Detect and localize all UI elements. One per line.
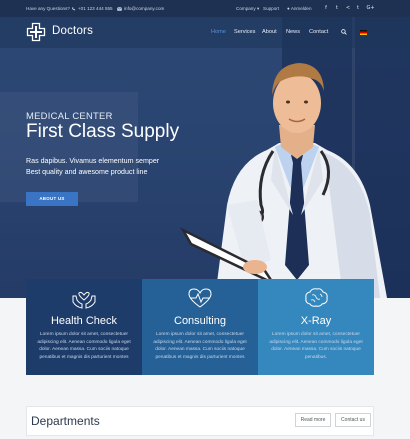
email-address: info@company.com (124, 6, 165, 11)
question-text: Have any Questions? (26, 6, 70, 11)
phone-icon (72, 6, 76, 10)
language-flag-icon[interactable] (360, 30, 367, 35)
departments-bar: Departments Read more Contact us (26, 406, 374, 436)
company-menu[interactable]: Company ▾ (236, 6, 259, 12)
support-link[interactable]: Support (263, 6, 279, 11)
facebook-icon[interactable]: f (323, 5, 329, 11)
doctor-photo (179, 63, 387, 298)
card-title: Consulting (174, 315, 226, 327)
service-card-health-check[interactable]: Health Check Lorem ipsum dolor sit amet,… (26, 279, 142, 375)
hero-kicker: MEDICAL CENTER (26, 110, 113, 121)
hero-subtitle-1: Ras dapibus. Vivamus elementum semper (26, 157, 160, 165)
departments-title: Departments (31, 414, 100, 428)
chevron-down-icon: ▾ (256, 6, 260, 11)
phone-link[interactable]: +01 123 444 555 (71, 6, 113, 11)
read-more-button[interactable]: Read more (295, 413, 331, 427)
google-plus-icon[interactable]: G+ (366, 5, 375, 11)
top-bar: Have any Questions? +01 123 444 555 info… (0, 0, 410, 17)
nav-home[interactable]: Home (211, 29, 226, 35)
about-us-button[interactable]: ABOUT US (26, 192, 78, 206)
hero-subtitle-2: Best quality and awesome product line (26, 168, 148, 176)
brand-name[interactable]: Doctors (52, 25, 93, 37)
user-icon: ● (287, 6, 290, 11)
company-label: Company (236, 6, 256, 11)
brain-icon (305, 288, 328, 307)
hero-background-panel (0, 92, 138, 202)
hands-heart-icon (72, 291, 96, 309)
envelope-icon (117, 6, 122, 11)
login-label: Anmelden (290, 6, 312, 11)
phone-number: +01 123 444 555 (78, 6, 113, 11)
tumblr-icon[interactable]: t (355, 5, 361, 11)
twitter-icon[interactable]: t (334, 5, 340, 11)
logo-cross-icon[interactable] (26, 22, 46, 42)
hero-title: First Class Supply (26, 121, 180, 142)
service-card-x-ray[interactable]: X-Ray Lorem ipsum dolor sit amet, consec… (258, 279, 374, 375)
card-title: Health Check (50, 315, 118, 327)
nav-contact[interactable]: Contact (309, 29, 328, 35)
search-icon[interactable] (341, 29, 347, 35)
card-body: Lorem ipsum dolor sit amet, consectetuer… (269, 332, 363, 361)
email-link[interactable]: info@company.com (117, 6, 164, 11)
share-icon[interactable]: < (345, 5, 351, 11)
login-link[interactable]: ● Anmelden (287, 6, 312, 11)
card-body: Lorem ipsum dolor sit amet, consectetuer… (153, 332, 247, 361)
nav-about[interactable]: About (262, 29, 277, 35)
card-title: X-Ray (300, 315, 332, 327)
contact-us-button[interactable]: Contact us (335, 413, 371, 427)
nav-services[interactable]: Services (234, 29, 255, 35)
card-body: Lorem ipsum dolor sit amet, consectetuer… (37, 332, 131, 361)
service-card-consulting[interactable]: Consulting Lorem ipsum dolor sit amet, c… (142, 279, 258, 375)
heartbeat-icon (188, 288, 212, 308)
nav-news[interactable]: News (286, 29, 300, 35)
